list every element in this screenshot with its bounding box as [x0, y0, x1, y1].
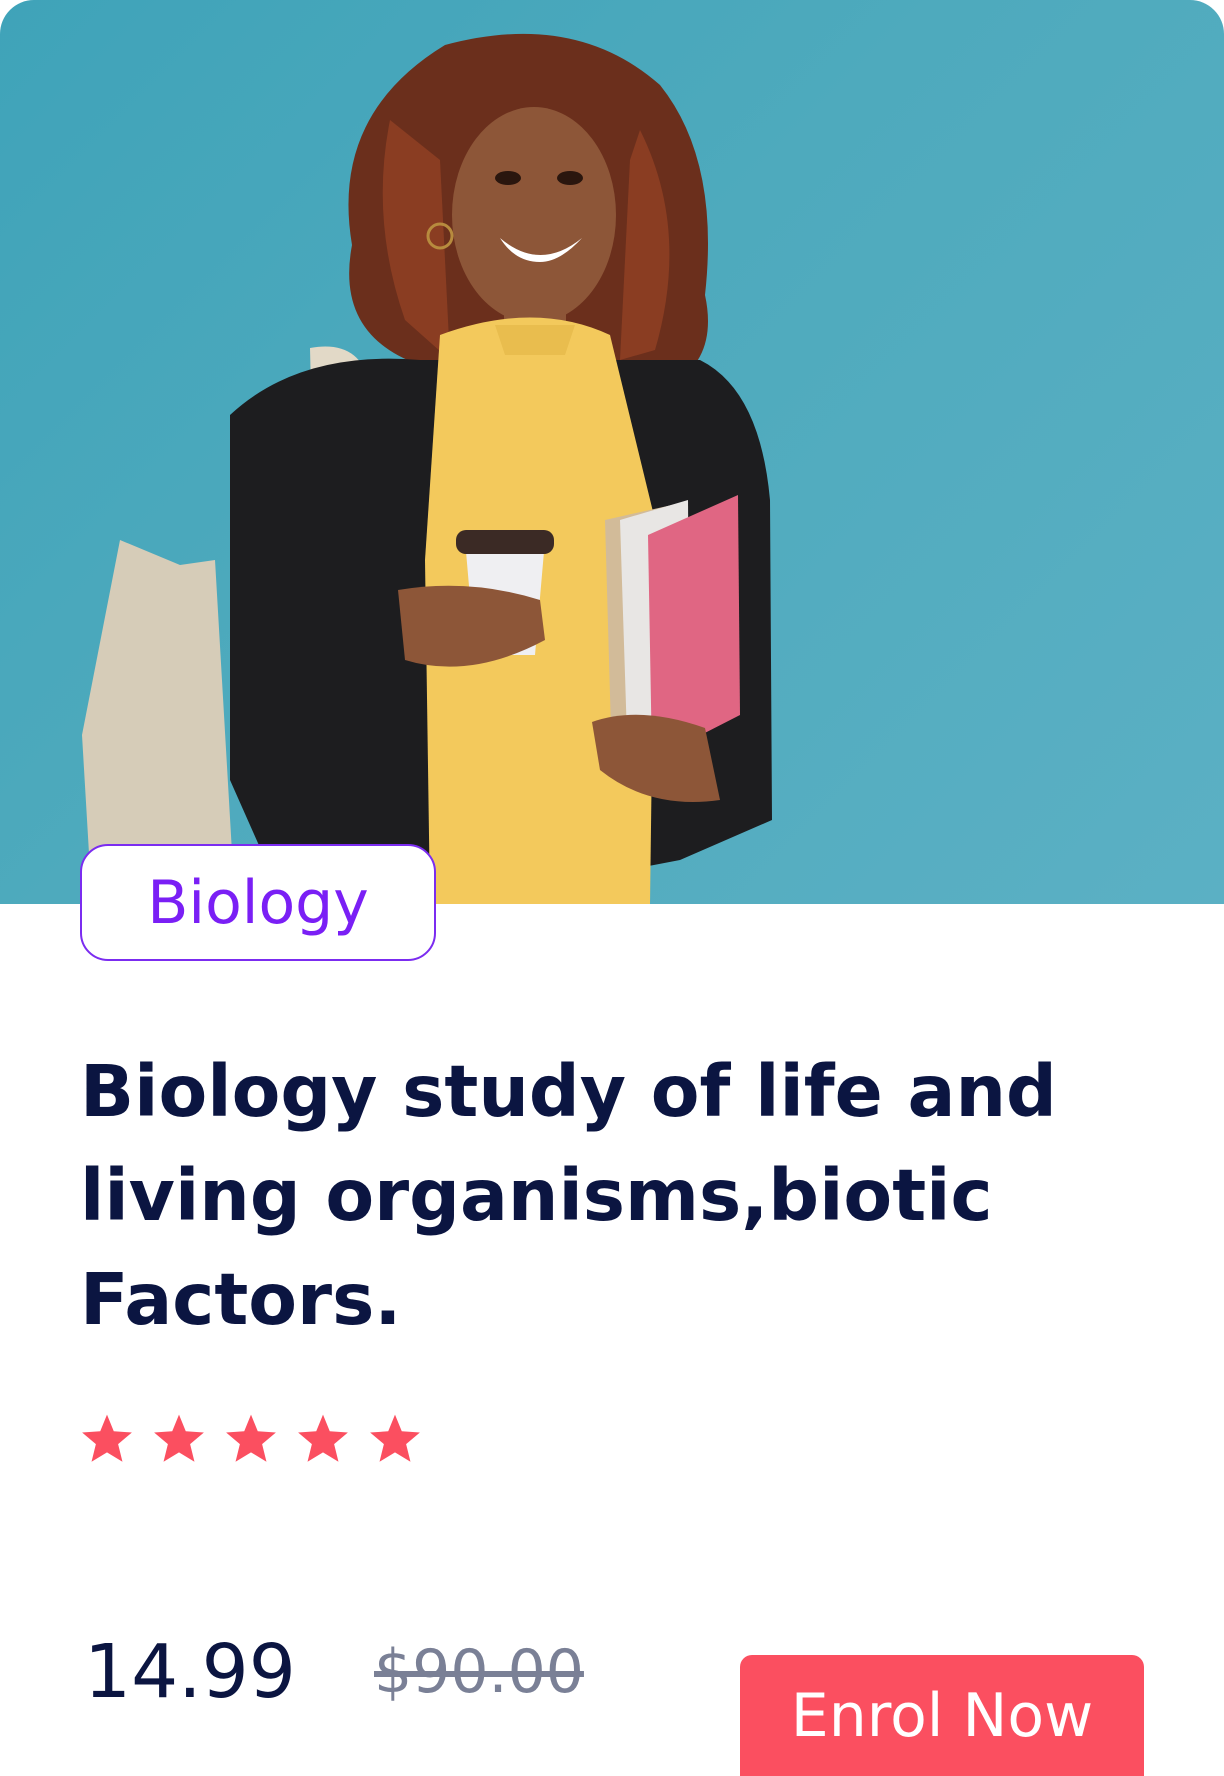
star-icon [222, 1412, 280, 1468]
student-photo [82, 33, 772, 904]
enrol-now-button[interactable]: Enrol Now [740, 1655, 1144, 1776]
category-badge[interactable]: Biology [80, 844, 436, 961]
star-icon [150, 1412, 208, 1468]
course-image[interactable] [0, 0, 1224, 904]
star-icon [366, 1412, 424, 1468]
course-card[interactable]: Biology Biology study of life and living… [0, 0, 1224, 1776]
current-price: 14.99 [84, 1629, 296, 1715]
original-price: $90.00 [374, 1637, 584, 1707]
course-title[interactable]: Biology study of life and living organis… [80, 1040, 1080, 1352]
star-icon [294, 1412, 352, 1468]
star-icon [78, 1412, 136, 1468]
category-label: Biology [147, 867, 369, 938]
star-rating [78, 1412, 424, 1468]
